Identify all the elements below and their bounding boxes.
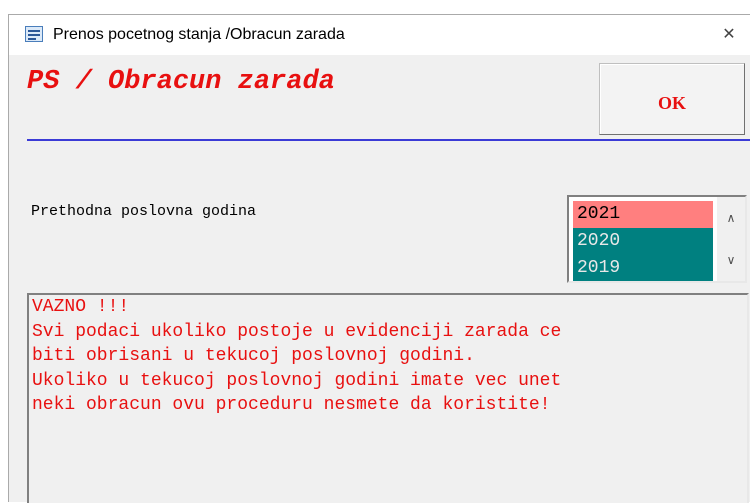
form-icon <box>25 26 43 42</box>
warning-line: Ukoliko u tekucoj poslovnoj godini imate… <box>32 370 562 391</box>
window-title: Prenos pocetnog stanja /Obracun zarada <box>53 26 345 43</box>
year-option-2019[interactable]: 2019 <box>573 255 713 281</box>
warning-line: VAZNO !!! <box>32 297 130 317</box>
warning-textbox[interactable]: VAZNO !!! Svi podaci ukoliko postoje u e… <box>27 293 749 503</box>
title-bar: Prenos pocetnog stanja /Obracun zarada ✕ <box>9 15 750 55</box>
warning-line: biti obrisani u tekucoj poslovnoj godini… <box>32 346 475 366</box>
year-option-2021[interactable]: 2021 <box>573 201 713 228</box>
year-label: Prethodna poslovna godina <box>31 203 257 220</box>
form-heading: PS / Obracun zarada <box>27 67 335 97</box>
year-list-items: 2021 2020 2019 <box>573 201 713 281</box>
ok-button[interactable]: OK <box>599 63 745 135</box>
listbox-scrollbar[interactable]: ∧ ∨ <box>717 197 745 281</box>
chevron-down-icon[interactable]: ∨ <box>717 249 745 271</box>
year-option-2020[interactable]: 2020 <box>573 228 713 255</box>
divider-line <box>27 139 750 141</box>
dialog-window: Prenos pocetnog stanja /Obracun zarada ✕… <box>8 14 750 503</box>
warning-line: Svi podaci ukoliko postoje u evidenciji … <box>32 321 562 342</box>
warning-line: neki obracun ovu proceduru nesmete da ko… <box>32 395 551 415</box>
close-icon[interactable]: ✕ <box>718 23 740 45</box>
year-listbox[interactable]: 2021 2020 2019 ∧ ∨ <box>567 195 747 283</box>
chevron-up-icon[interactable]: ∧ <box>717 207 745 229</box>
